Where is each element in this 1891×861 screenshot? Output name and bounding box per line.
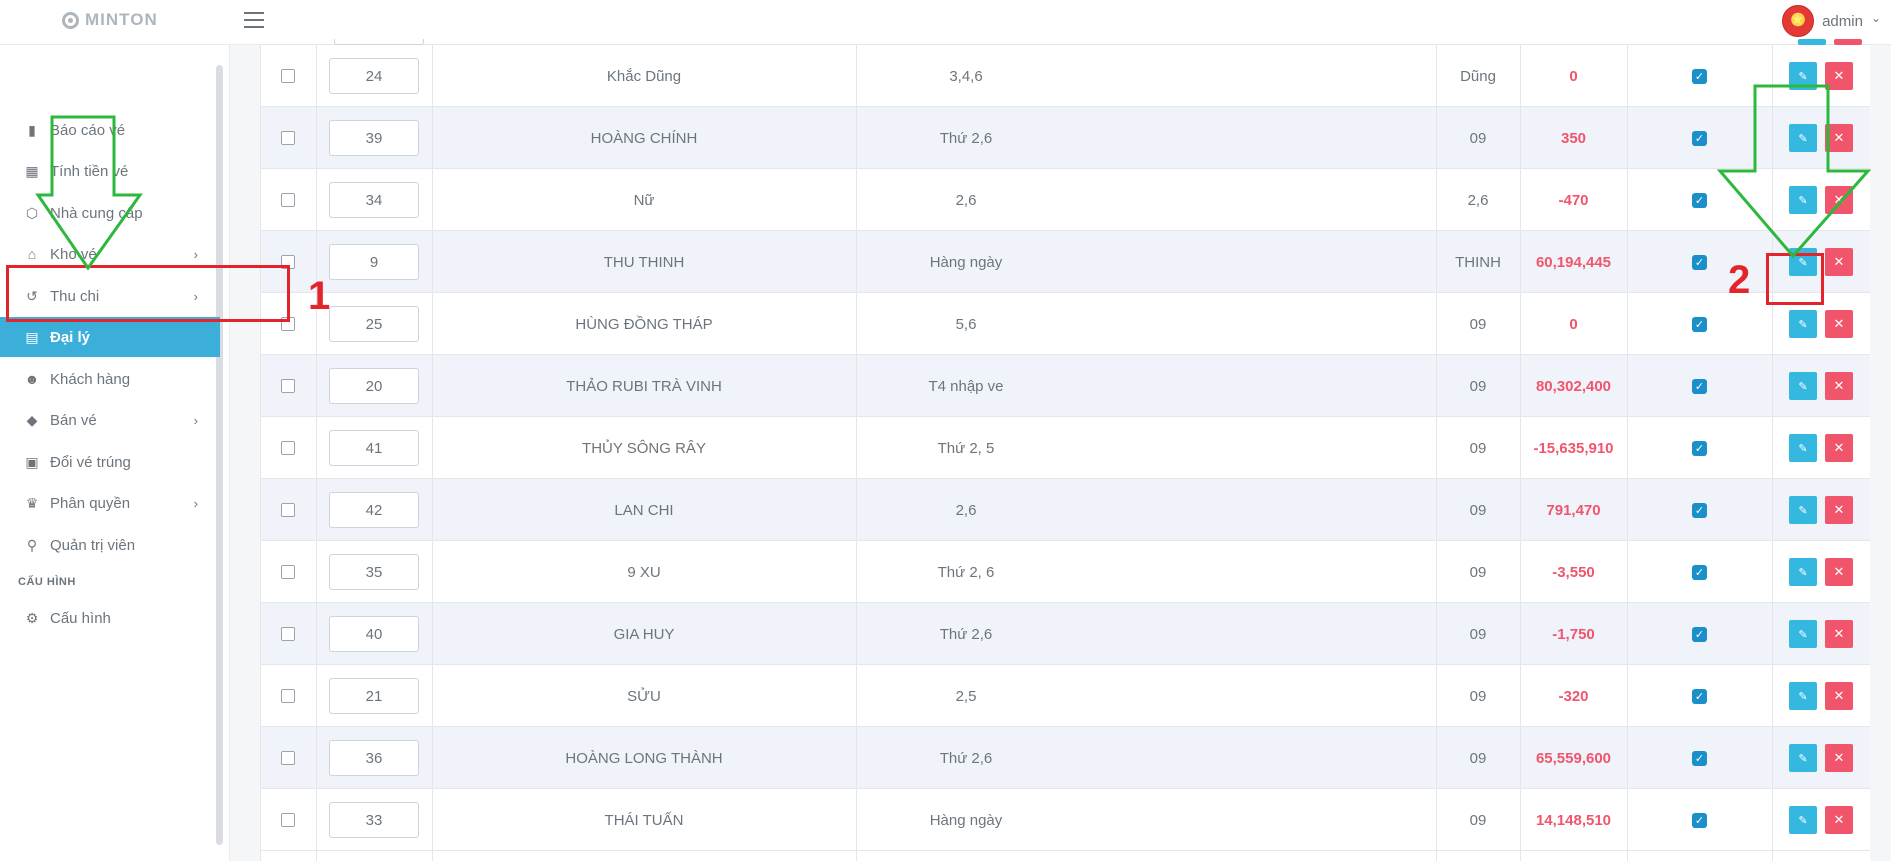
annotation-arrow-1 <box>35 115 143 271</box>
annotation-arrow-2 <box>1716 84 1872 259</box>
annotation-arrows <box>35 84 1872 271</box>
